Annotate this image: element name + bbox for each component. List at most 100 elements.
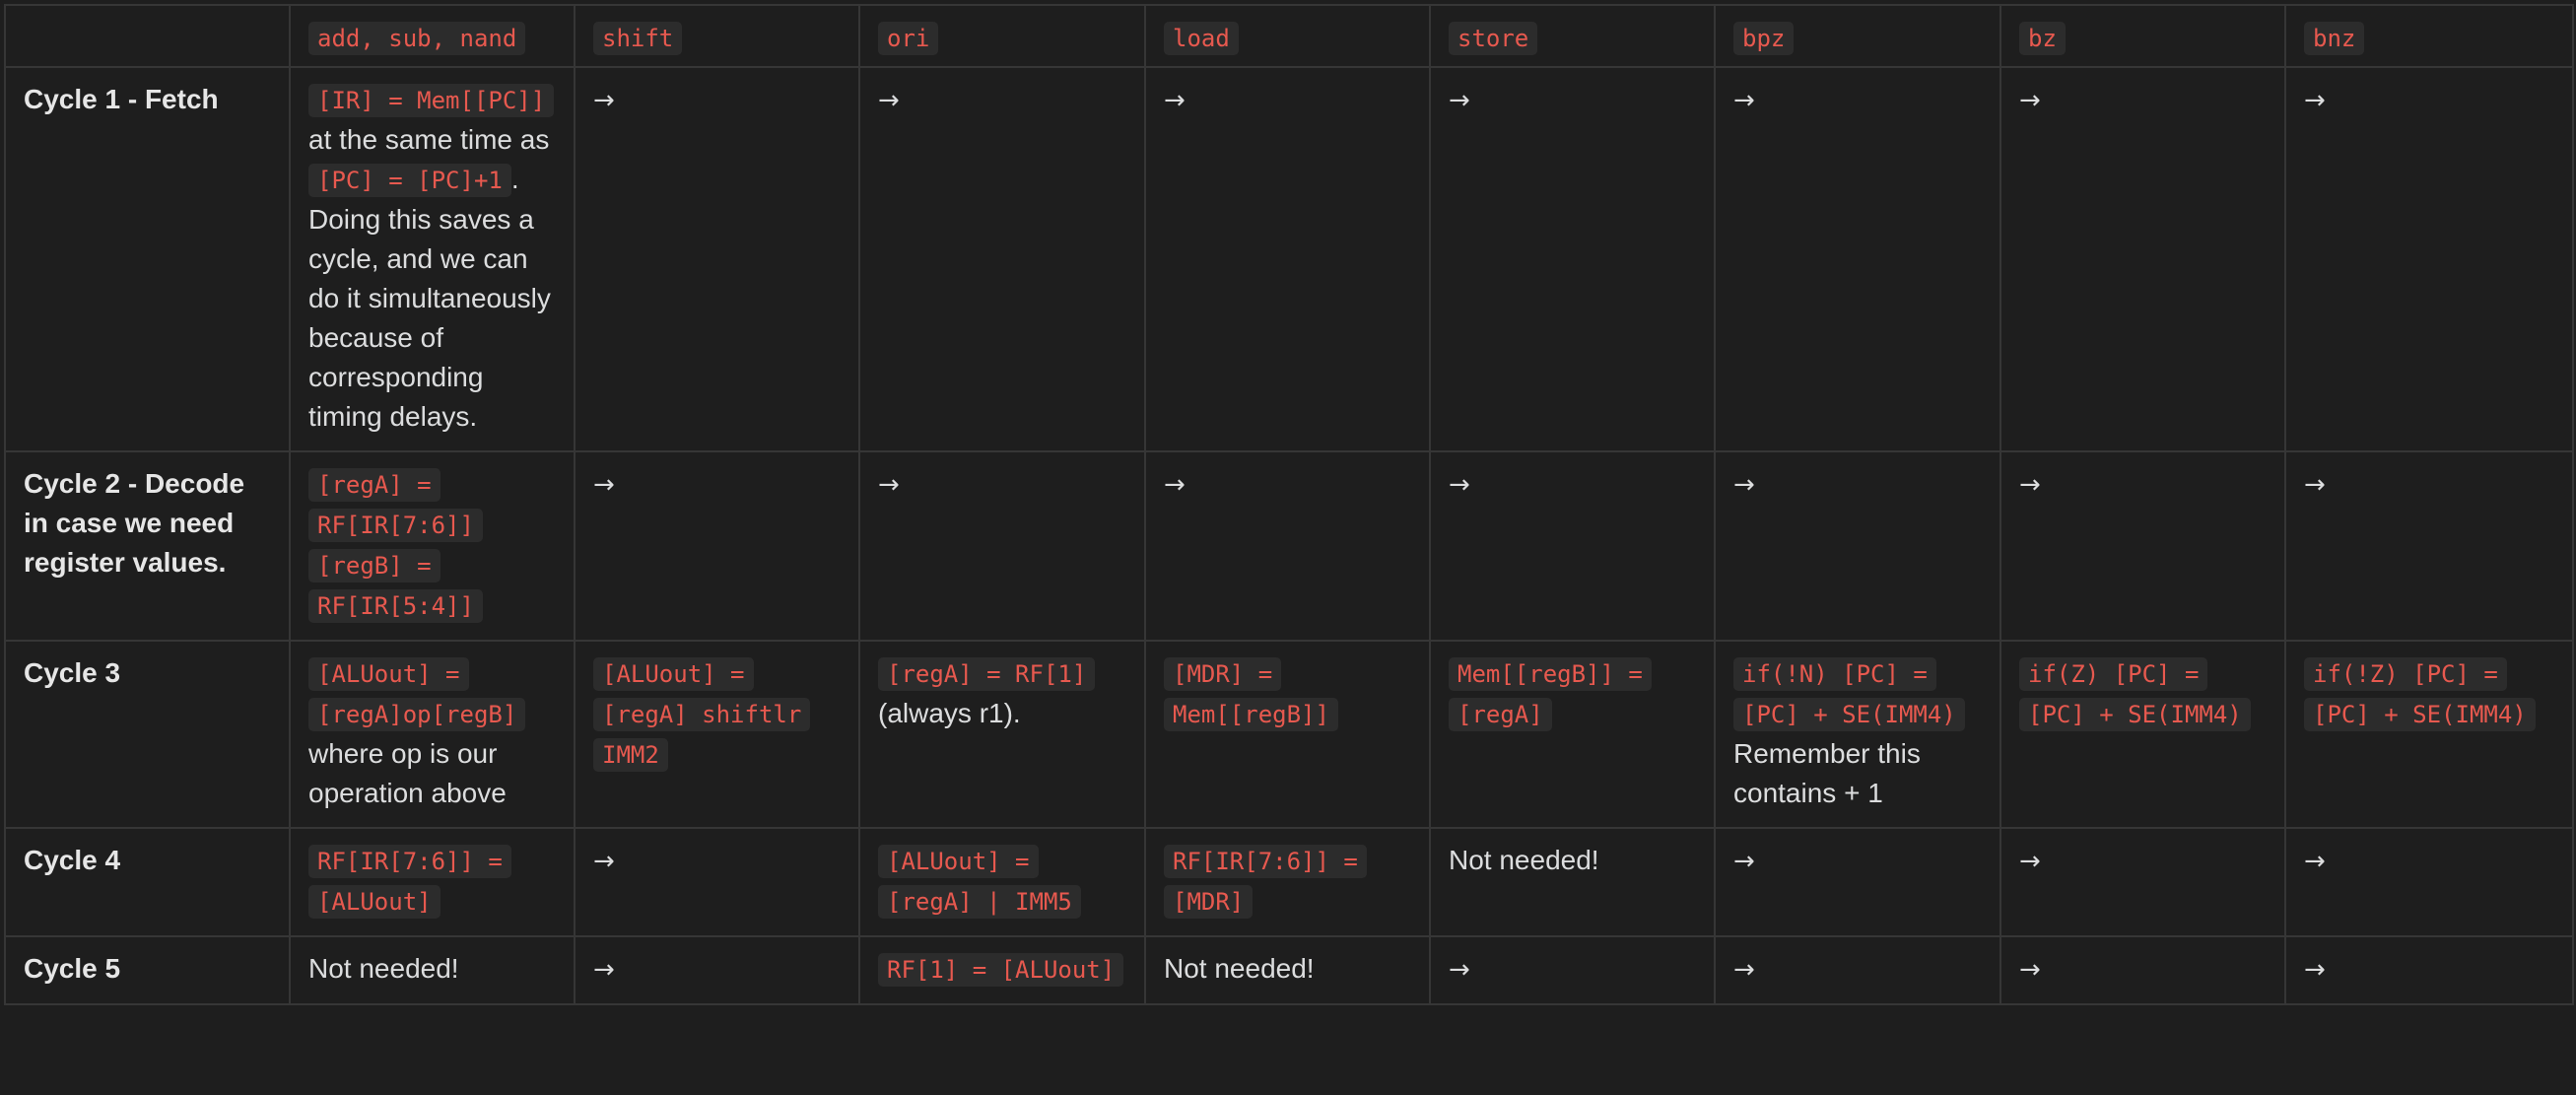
header-label: add, sub, nand — [308, 22, 526, 55]
table-container: add, sub, nand shift ori load store bpz bz bnz … — [4, 4, 2574, 1005]
code-snippet: [IR] = Mem[[PC]] — [308, 84, 555, 117]
arrow-right-icon: → — [2019, 847, 2041, 876]
table-body: Cycle 1 - Fetch [IR] = Mem[[PC]] at the s… — [4, 66, 2574, 1005]
code-snippet: if(!Z) [PC] = [PC] + SE(IMM4) — [2304, 657, 2536, 731]
table-cell: [MDR] = Mem[[regB]] — [1144, 640, 1431, 829]
header-cell-bnz: bnz — [2284, 4, 2574, 68]
table-cell: → — [2284, 66, 2574, 452]
arrow-right-icon: → — [2019, 86, 2041, 115]
table-row: Cycle 1 - Fetch [IR] = Mem[[PC]] at the s… — [4, 66, 2574, 452]
table-cell: if(Z) [PC] = [PC] + SE(IMM4) — [2000, 640, 2286, 829]
table-row: Cycle 2 - Decode in case we need registe… — [4, 450, 2574, 642]
cell-text: Not needed! — [308, 953, 459, 984]
arrow-right-icon: → — [593, 470, 615, 500]
table-row: Cycle 3 [ALUout] = [regA]op[regB] where o… — [4, 640, 2574, 829]
table-cell: → — [574, 66, 860, 452]
arrow-right-icon: → — [1164, 470, 1186, 500]
code-snippet: RF[IR[7:6]] = [ALUout] — [308, 845, 511, 919]
header-label: load — [1164, 22, 1239, 55]
table-cell: → — [2284, 827, 2574, 937]
table-cell: → — [1144, 66, 1431, 452]
cell-text: Remember this contains + 1 — [1733, 738, 1921, 808]
header-label: store — [1449, 22, 1538, 55]
header-cell-empty — [4, 4, 291, 68]
header-row: add, sub, nand shift ori load store bpz bz bnz — [4, 4, 2574, 68]
code-snippet: [ALUout] = [regA] | IMM5 — [878, 845, 1081, 919]
table-cell: [regA] = RF[1] (always r1). — [858, 640, 1146, 829]
row-label: Cycle 3 — [4, 640, 291, 829]
code-snippet: RF[1] = [ALUout] — [878, 953, 1124, 987]
arrow-right-icon: → — [1733, 86, 1755, 115]
arrow-right-icon: → — [2304, 470, 2326, 500]
table-cell: → — [574, 935, 860, 1005]
arrow-right-icon: → — [593, 86, 615, 115]
table-cell: → — [1714, 827, 2001, 937]
code-snippet: [PC] = [PC]+1 — [308, 164, 511, 197]
table-cell: [IR] = Mem[[PC]] at the same time as [PC… — [289, 66, 576, 452]
code-snippet: [ALUout] = [regA]op[regB] — [308, 657, 526, 731]
cell-text: (always r1). — [878, 698, 1021, 728]
code-snippet: if(!N) [PC] = [PC] + SE(IMM4) — [1733, 657, 1965, 731]
table-cell: → — [1714, 450, 2001, 642]
datapath-cycles-table: add, sub, nand shift ori load store bpz bz bnz … — [4, 4, 2574, 1005]
cell-text: Not needed! — [1449, 845, 1599, 875]
table-cell: if(!Z) [PC] = [PC] + SE(IMM4) — [2284, 640, 2574, 829]
header-cell-shift: shift — [574, 4, 860, 68]
table-cell: → — [1429, 935, 1716, 1005]
table-row: Cycle 5 Not needed! → RF[1] = [ALUout] Not n… — [4, 935, 2574, 1005]
header-cell-bpz: bpz — [1714, 4, 2001, 68]
header-label: bz — [2019, 22, 2066, 55]
table-cell: → — [2284, 450, 2574, 642]
arrow-right-icon: → — [2304, 847, 2326, 876]
header-cell-load: load — [1144, 4, 1431, 68]
arrow-right-icon: → — [1449, 955, 1470, 985]
table-cell: [ALUout] = [regA]op[regB] where op is ou… — [289, 640, 576, 829]
header-cell-add-sub-nand: add, sub, nand — [289, 4, 576, 68]
arrow-right-icon: → — [1733, 470, 1755, 500]
row-label: Cycle 2 - Decode in case we need registe… — [4, 450, 291, 642]
table-cell: → — [2000, 450, 2286, 642]
code-snippet: [ALUout] = [regA] shiftlr IMM2 — [593, 657, 811, 772]
code-snippet: [regA] = RF[1] — [878, 657, 1096, 691]
arrow-right-icon: → — [1449, 470, 1470, 500]
header-label: shift — [593, 22, 683, 55]
cell-text: where op is our operation above — [308, 738, 507, 808]
cell-text: . Doing this saves a cycle, and we can d… — [308, 164, 551, 432]
table-cell: [regA] = RF[IR[7:6]] [regB] = RF[IR[5:4]… — [289, 450, 576, 642]
code-snippet: Mem[[regB]] = [regA] — [1449, 657, 1652, 731]
table-cell: RF[IR[7:6]] = [ALUout] — [289, 827, 576, 937]
arrow-right-icon: → — [1449, 86, 1470, 115]
header-label: bnz — [2304, 22, 2365, 55]
header-label: ori — [878, 22, 939, 55]
code-snippet: if(Z) [PC] = [PC] + SE(IMM4) — [2019, 657, 2251, 731]
header-cell-store: store — [1429, 4, 1716, 68]
table-cell: → — [1429, 450, 1716, 642]
arrow-right-icon: → — [1164, 86, 1186, 115]
code-snippet: [regA] = RF[IR[7:6]] — [308, 468, 483, 542]
header-cell-ori: ori — [858, 4, 1146, 68]
table-cell: → — [574, 827, 860, 937]
table-cell: Mem[[regB]] = [regA] — [1429, 640, 1716, 829]
table-cell: → — [858, 66, 1146, 452]
table-cell: → — [2000, 66, 2286, 452]
cell-text: at the same time as — [308, 124, 550, 155]
row-label: Cycle 5 — [4, 935, 291, 1005]
table-cell: if(!N) [PC] = [PC] + SE(IMM4) Remember t… — [1714, 640, 2001, 829]
table-cell: → — [1714, 66, 2001, 452]
table-row: Cycle 4 RF[IR[7:6]] = [ALUout] → [ALUout] =… — [4, 827, 2574, 937]
table-cell: → — [2000, 935, 2286, 1005]
header-label: bpz — [1733, 22, 1795, 55]
arrow-right-icon: → — [1733, 955, 1755, 985]
table-cell: Not needed! — [289, 935, 576, 1005]
table-cell: [ALUout] = [regA] | IMM5 — [858, 827, 1146, 937]
table-cell: → — [2284, 935, 2574, 1005]
arrow-right-icon: → — [878, 470, 900, 500]
cell-text: Not needed! — [1164, 953, 1315, 984]
row-label: Cycle 4 — [4, 827, 291, 937]
table-cell: Not needed! — [1144, 935, 1431, 1005]
table-cell: → — [574, 450, 860, 642]
arrow-right-icon: → — [2019, 955, 2041, 985]
table-cell: → — [1429, 66, 1716, 452]
arrow-right-icon: → — [1733, 847, 1755, 876]
code-snippet: [MDR] = Mem[[regB]] — [1164, 657, 1338, 731]
